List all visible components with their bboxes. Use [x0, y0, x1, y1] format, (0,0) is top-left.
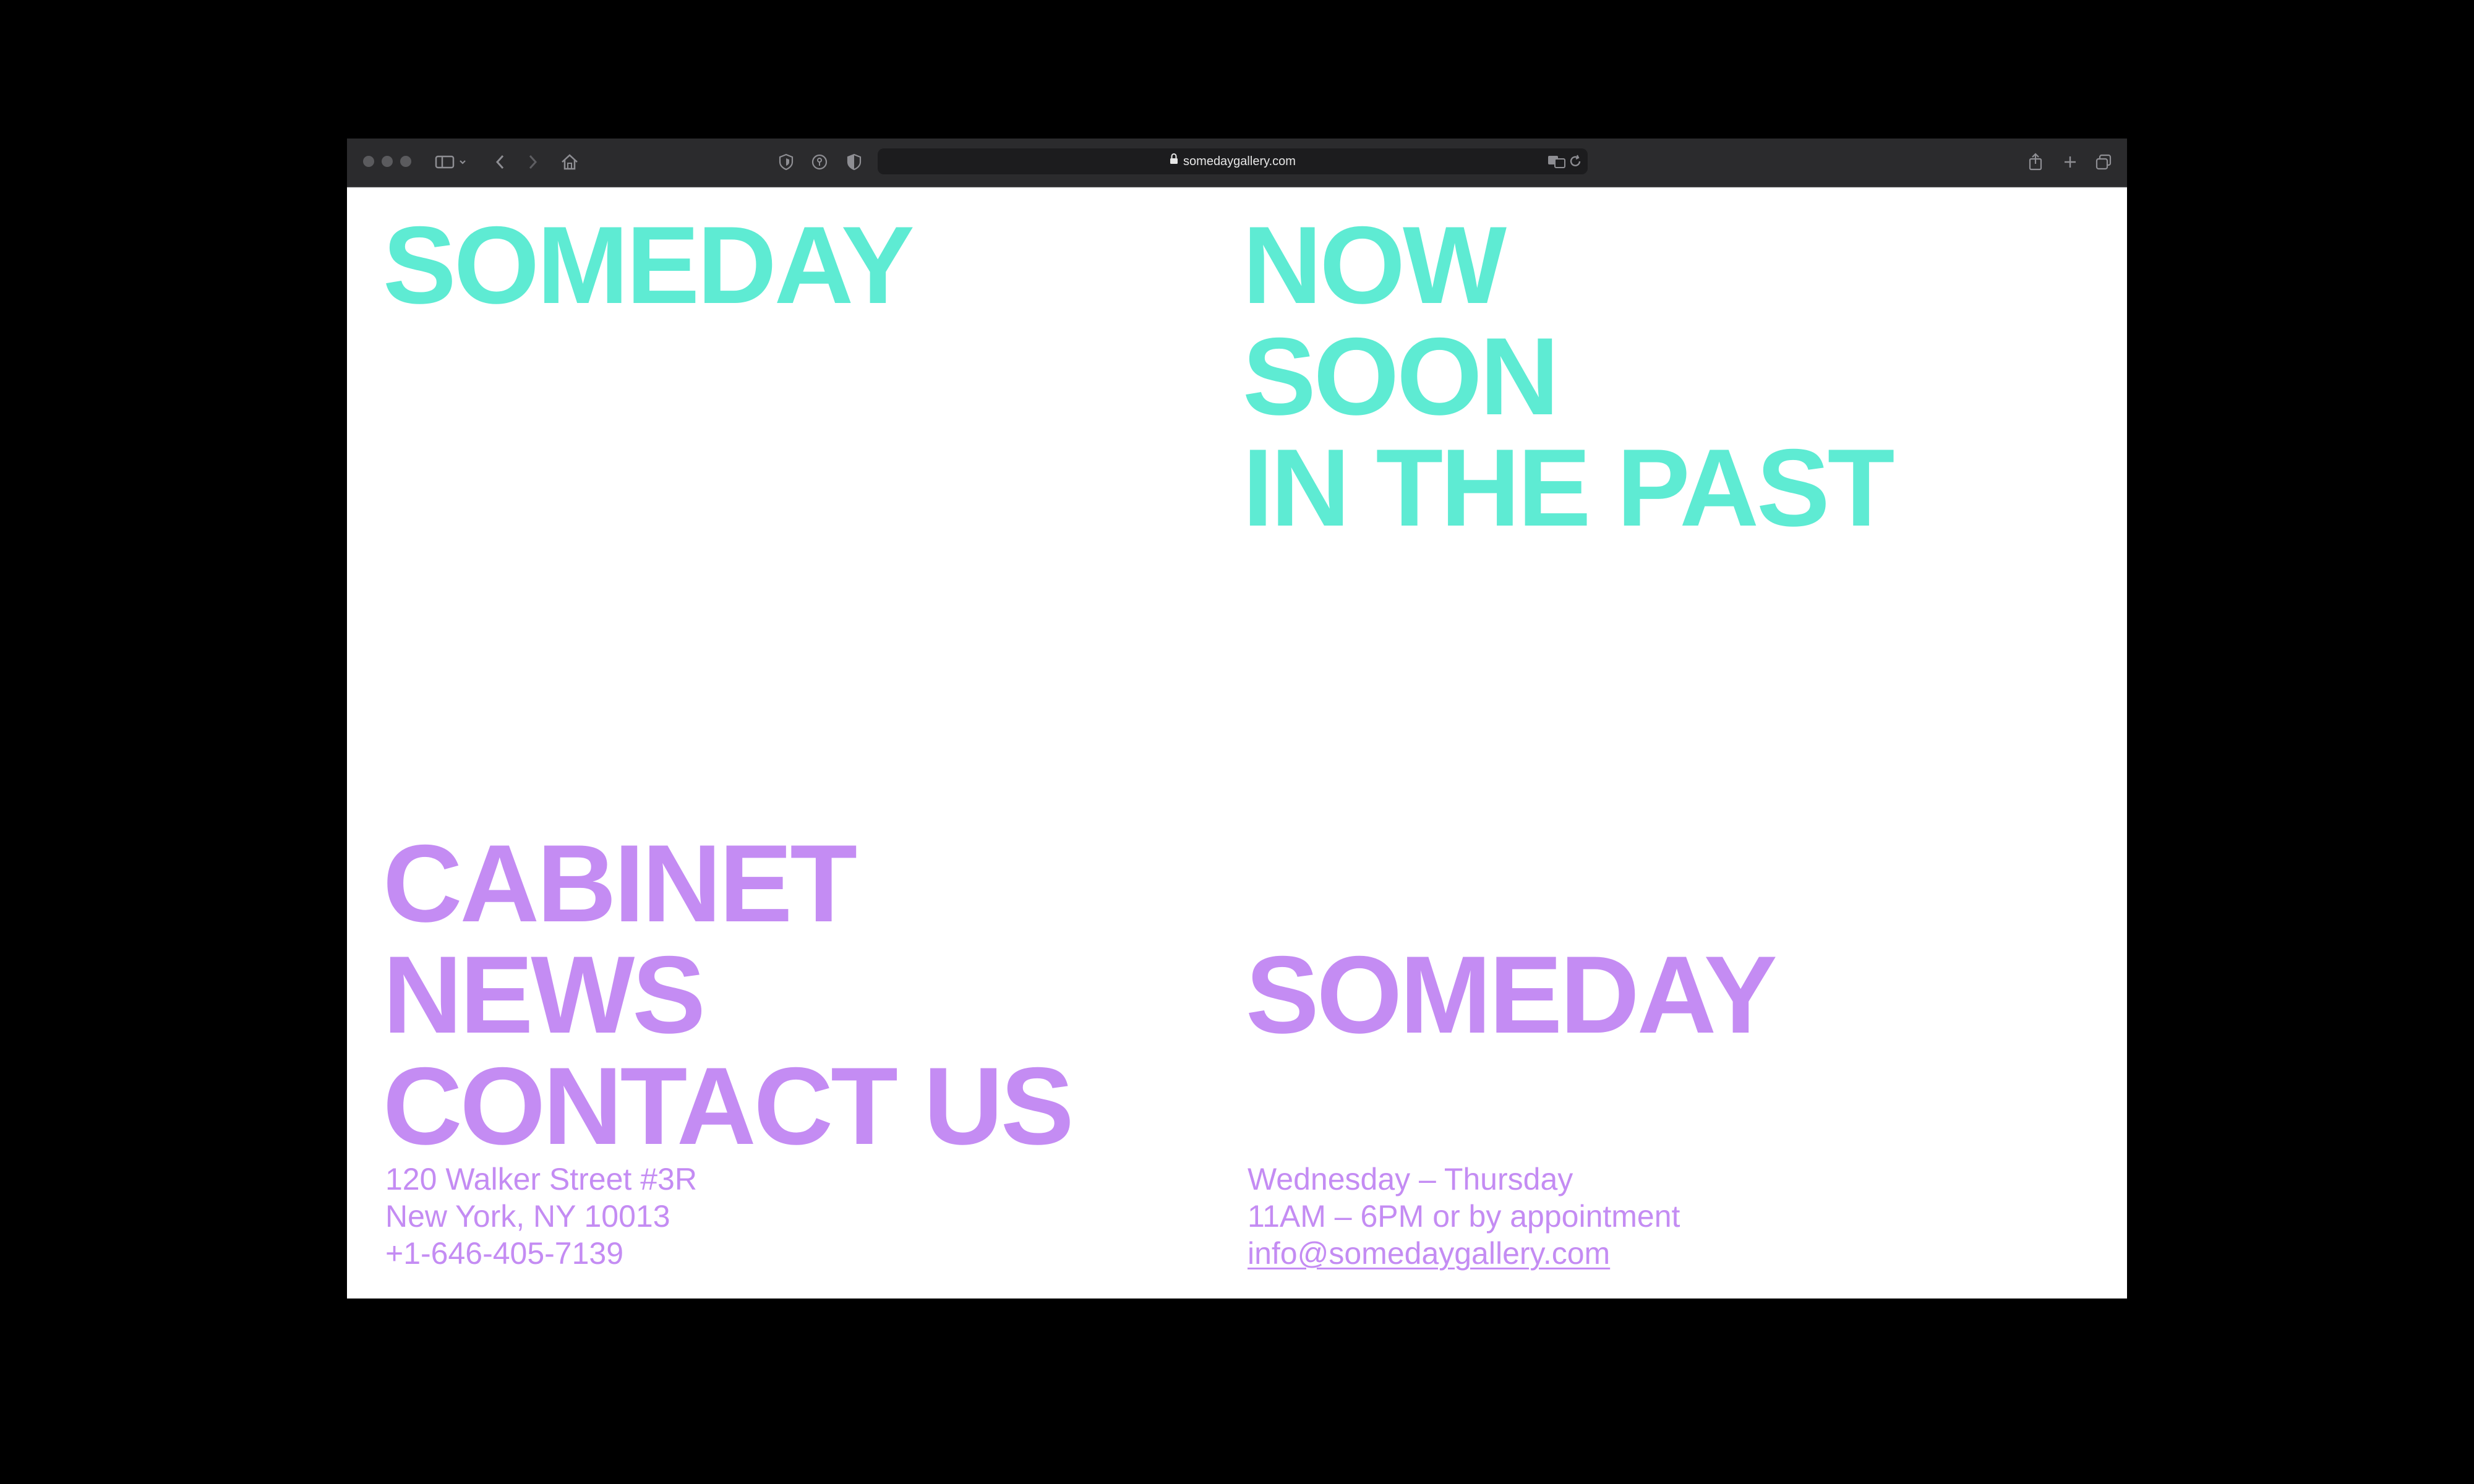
address-bar-url-container: somedaygallery.com — [878, 148, 1588, 174]
zoom-window-button[interactable] — [400, 156, 411, 167]
phone-number[interactable]: +1-646-405-7139 — [385, 1235, 697, 1272]
footer-logo: SOMEDAY — [1246, 933, 1778, 1056]
tab-overview-icon[interactable] — [2092, 150, 2115, 174]
opening-days: Wednesday – Thursday — [1248, 1162, 1573, 1196]
nav-link-in-the-past[interactable]: IN THE PAST — [1243, 432, 1894, 544]
address-block: 120 Walker Street #3R New York, NY 10013… — [385, 1161, 697, 1272]
translate-icon[interactable] — [1546, 149, 1568, 174]
site-logo[interactable]: SOMEDAY — [383, 210, 915, 321]
nav-link-contact-us[interactable]: CONTACT US — [383, 1051, 1074, 1162]
email-link[interactable]: info@somedaygallery.com — [1248, 1236, 1610, 1271]
minimize-window-button[interactable] — [382, 156, 393, 167]
nav-link-now[interactable]: NOW — [1243, 210, 1892, 321]
address-street: 120 Walker Street #3R — [385, 1162, 697, 1196]
nav-link-news[interactable]: NEWS — [383, 939, 1072, 1051]
screen-background: somedaygallery.com SOMEDAY NOW SOON IN T… — [0, 0, 2474, 1484]
address-city: New York, NY 10013 — [385, 1199, 670, 1234]
hours-block: Wednesday – Thursday 11AM – 6PM or by ap… — [1248, 1161, 1680, 1272]
secondary-nav: CABINET NEWS CONTACT US — [383, 828, 1074, 1162]
lock-icon — [1170, 148, 1178, 174]
opening-hours: 11AM – 6PM or by appointment — [1248, 1199, 1680, 1234]
sidebar-toggle-icon[interactable] — [434, 150, 471, 174]
new-tab-plus-icon[interactable] — [2059, 150, 2081, 174]
back-icon[interactable] — [490, 150, 510, 174]
close-window-button[interactable] — [363, 156, 374, 167]
nav-link-soon[interactable]: SOON — [1243, 321, 1892, 432]
share-icon[interactable] — [2024, 150, 2047, 174]
content-blocker-icon[interactable] — [842, 150, 867, 174]
privacy-shield-icon[interactable] — [774, 150, 798, 174]
page-content: SOMEDAY NOW SOON IN THE PAST CABINET NEW… — [347, 187, 2127, 1298]
address-bar[interactable]: somedaygallery.com — [878, 148, 1588, 174]
forward-icon[interactable] — [523, 150, 542, 174]
nav-link-cabinet[interactable]: CABINET — [383, 828, 1072, 939]
address-bar-url: somedaygallery.com — [1183, 155, 1296, 168]
password-key-icon[interactable] — [807, 150, 832, 174]
reload-icon[interactable] — [1565, 149, 1585, 174]
home-icon[interactable] — [557, 150, 582, 174]
browser-toolbar: somedaygallery.com — [347, 139, 2127, 187]
primary-nav: NOW SOON IN THE PAST — [1243, 210, 1894, 544]
browser-window: somedaygallery.com SOMEDAY NOW SOON IN T… — [347, 139, 2127, 1298]
